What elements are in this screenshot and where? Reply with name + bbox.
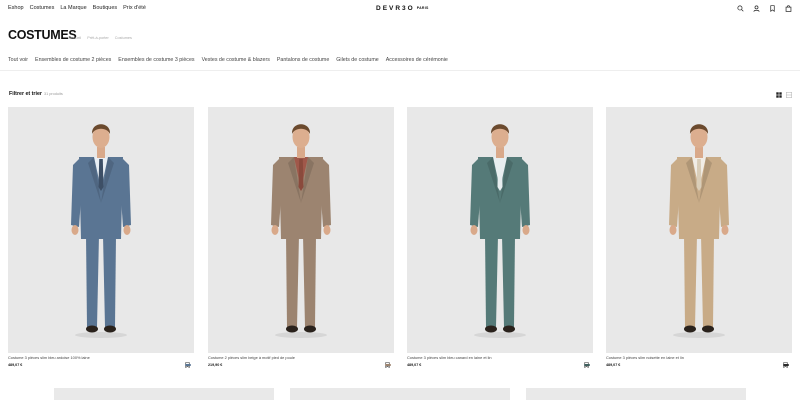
- product-card[interactable]: Costume 3 pièces slim noisette en laine …: [606, 107, 792, 369]
- model-figure: [271, 124, 331, 338]
- product-image[interactable]: [208, 107, 394, 353]
- breadcrumb-item[interactable]: Prêt-à-porter: [87, 36, 109, 40]
- product-card[interactable]: Costume 3 pièces slim bleu canard en lai…: [407, 107, 593, 369]
- product-name[interactable]: Costume 3 pièces slim bleu canard en lai…: [407, 355, 492, 360]
- category-nav: Tout voir Ensembles de costume 2 pièces …: [8, 57, 448, 63]
- product-card[interactable]: Costume 3 pièces slim bleu ardoise 100% …: [8, 107, 194, 369]
- category-vestes[interactable]: Vestes de costume & blazers: [202, 57, 270, 63]
- brand-logo[interactable]: DEVR3O PARIS: [376, 5, 429, 12]
- product-price: 489,07 €: [8, 363, 23, 367]
- shopping-bag-icon[interactable]: [785, 5, 792, 12]
- category-tout-voir[interactable]: Tout voir: [8, 57, 28, 63]
- product-price: 489,07 €: [407, 363, 422, 367]
- product-card-partial[interactable]: [290, 388, 510, 400]
- bookmark-icon[interactable]: [783, 355, 788, 369]
- nav-eshop[interactable]: Eshop: [8, 5, 24, 11]
- color-swatch[interactable]: [185, 364, 191, 366]
- model-figure: [470, 124, 530, 338]
- nav-prix-ete[interactable]: Prix d'été: [123, 5, 146, 11]
- breadcrumb-item[interactable]: Accueil: [69, 36, 81, 40]
- category-3-pieces[interactable]: Ensembles de costume 3 pièces: [118, 57, 194, 63]
- breadcrumb: Accueil Prêt-à-porter Costumes: [69, 36, 132, 40]
- category-accessoires[interactable]: Accessoires de cérémonie: [386, 57, 448, 63]
- breadcrumb-item: Costumes: [114, 36, 132, 40]
- nav-boutiques[interactable]: Boutiques: [93, 5, 117, 11]
- list-view-icon[interactable]: [786, 92, 792, 98]
- bookmark-icon[interactable]: [584, 355, 589, 369]
- product-image[interactable]: [606, 107, 792, 353]
- bookmark-icon[interactable]: [185, 355, 190, 369]
- search-icon[interactable]: [737, 5, 744, 12]
- bookmark-icon[interactable]: [385, 355, 390, 369]
- product-image[interactable]: [407, 107, 593, 353]
- view-toggle: [776, 92, 792, 98]
- product-card-partial[interactable]: [54, 388, 274, 400]
- color-swatch[interactable]: [385, 364, 391, 366]
- page-title: COSTUMES: [8, 28, 77, 42]
- brand-logo-text: DEVR3O: [376, 5, 415, 12]
- model-figure: [669, 124, 729, 338]
- brand-logo-sub: PARIS: [416, 6, 429, 11]
- user-icon[interactable]: [753, 5, 760, 12]
- main-nav: Eshop Costumes La Marque Boutiques Prix …: [8, 5, 146, 11]
- top-bar: Eshop Costumes La Marque Boutiques Prix …: [0, 0, 800, 18]
- product-price: 489,07 €: [606, 363, 621, 367]
- product-image[interactable]: [8, 107, 194, 353]
- product-name[interactable]: Costume 3 pièces slim noisette en laine …: [606, 355, 684, 360]
- category-2-pieces[interactable]: Ensembles de costume 2 pièces: [35, 57, 111, 63]
- product-card-partial[interactable]: [526, 388, 746, 400]
- model-figure: [71, 124, 131, 338]
- filter-sort-button[interactable]: Filtrer et trier: [9, 91, 42, 97]
- product-card[interactable]: Costume 2 pièces slim beige à motif pied…: [208, 107, 394, 369]
- nav-costumes[interactable]: Costumes: [30, 5, 55, 11]
- category-pantalons[interactable]: Pantalons de costume: [277, 57, 329, 63]
- nav-la-marque[interactable]: La Marque: [60, 5, 86, 11]
- product-price: 219,90 €: [208, 363, 223, 367]
- color-swatch[interactable]: [783, 364, 789, 366]
- divider: [0, 70, 800, 71]
- bookmark-icon[interactable]: [769, 5, 776, 12]
- color-swatch[interactable]: [584, 364, 590, 366]
- product-name[interactable]: Costume 2 pièces slim beige à motif pied…: [208, 355, 295, 360]
- category-gilets[interactable]: Gilets de costume: [336, 57, 378, 63]
- grid-view-icon[interactable]: [776, 92, 782, 98]
- product-name[interactable]: Costume 3 pièces slim bleu ardoise 100% …: [8, 355, 90, 360]
- header-actions: [737, 5, 792, 12]
- product-count: 31 produits: [44, 92, 63, 96]
